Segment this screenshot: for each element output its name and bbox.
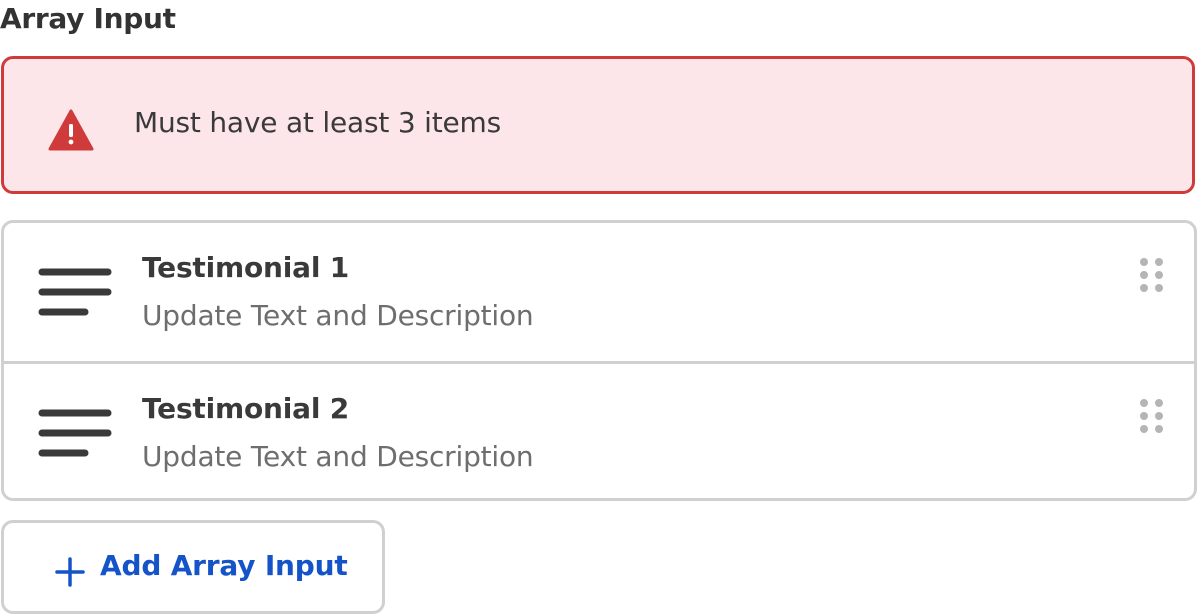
array-input-field: Array Input Must have at least 3 items T… — [0, 0, 1200, 614]
array-item[interactable]: Testimonial 1 Update Text and Descriptio… — [4, 223, 1194, 361]
array-item[interactable]: Testimonial 2 Update Text and Descriptio… — [4, 361, 1194, 498]
plus-icon — [55, 557, 85, 587]
error-banner: Must have at least 3 items — [1, 56, 1195, 194]
array-item-list: Testimonial 1 Update Text and Descriptio… — [1, 220, 1197, 501]
warning-triangle-icon — [48, 109, 94, 151]
add-array-input-label: Add Array Input — [100, 549, 348, 582]
drag-handle-icon[interactable] — [1139, 257, 1165, 293]
array-item-subtitle: Update Text and Description — [142, 440, 534, 473]
text-lines-icon — [38, 268, 112, 316]
error-message: Must have at least 3 items — [134, 106, 502, 139]
array-item-title: Testimonial 1 — [142, 251, 350, 284]
array-item-title: Testimonial 2 — [142, 392, 350, 425]
field-label: Array Input — [0, 2, 176, 35]
add-array-input-button[interactable]: Add Array Input — [1, 520, 385, 614]
drag-handle-icon[interactable] — [1139, 398, 1165, 434]
text-lines-icon — [38, 409, 112, 457]
array-item-subtitle: Update Text and Description — [142, 299, 534, 332]
